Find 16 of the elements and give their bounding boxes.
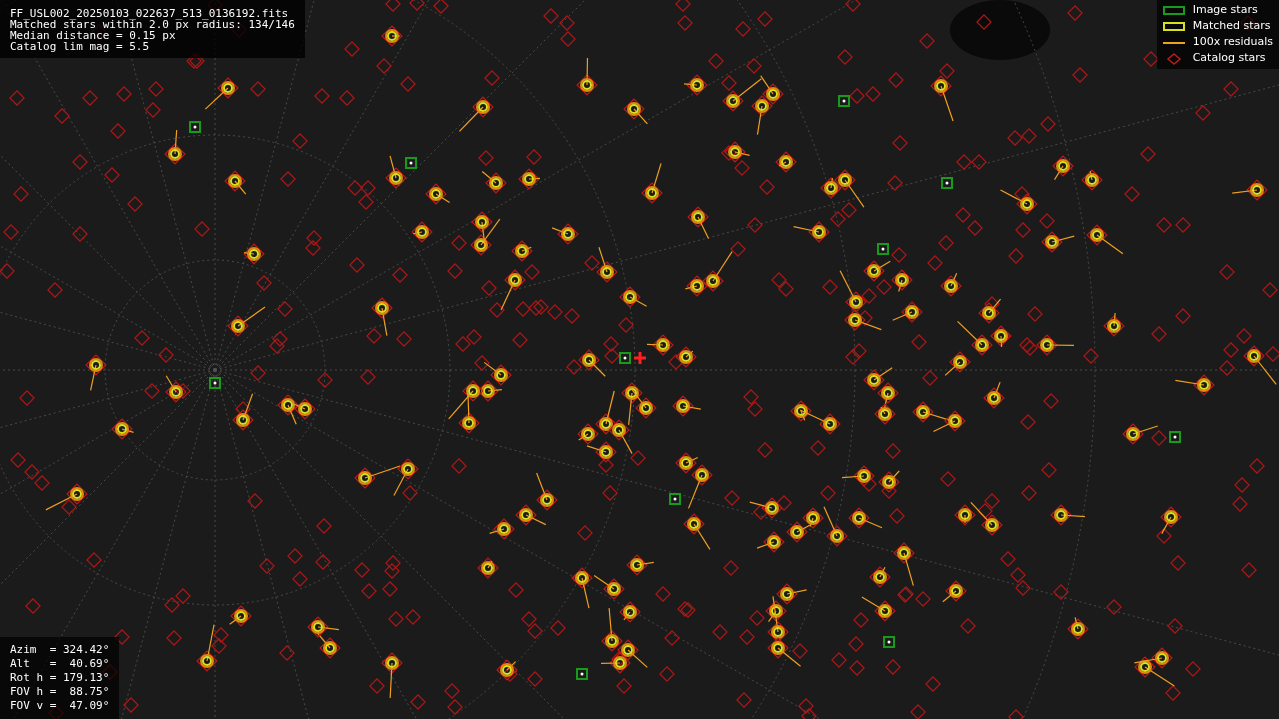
info-line: Matched stars within 2.0 px radius: 134/146: [10, 19, 295, 30]
pointing-line: Rot h = 179.13°: [10, 671, 110, 685]
legend-label: Catalog stars: [1192, 50, 1266, 67]
pointing-line: Azim = 324.42°: [10, 643, 110, 657]
pointing-line: FOV h = 88.75°: [10, 685, 110, 699]
image-star-symbol-icon: [1162, 6, 1185, 15]
legend-label: Matched stars: [1192, 18, 1271, 35]
info-line: FF_USL002_20250103_022637_513_0136192.fits: [10, 8, 290, 19]
info-line: Catalog lim mag = 5.5: [10, 41, 151, 52]
legend-label: 100x residuals: [1192, 34, 1273, 51]
pointing-line: FOV v = 47.09°: [10, 699, 110, 713]
legend-label: Image stars: [1192, 2, 1258, 19]
matched-star-symbol-icon: [1162, 22, 1185, 31]
line-symbol-icon: [1162, 41, 1185, 44]
info-line: Median distance = 0.15 px: [10, 30, 176, 41]
pointing-line: Alt = 40.69°: [10, 657, 110, 671]
